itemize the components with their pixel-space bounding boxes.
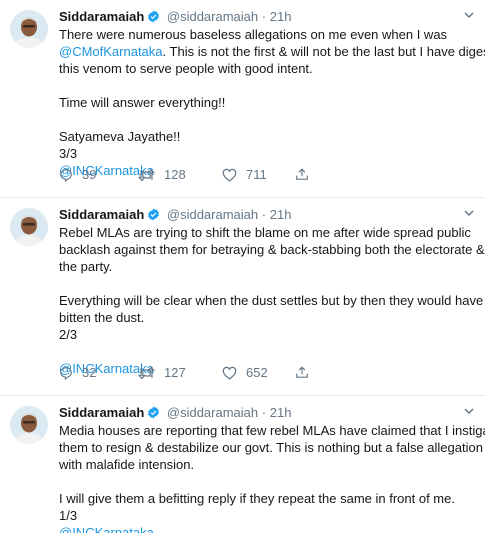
share-button[interactable] xyxy=(295,365,318,380)
tweet-feed: Siddaramaiah @siddaramaiah · 21h There w… xyxy=(0,0,485,533)
tweet-actions: 32 127 652 xyxy=(59,365,339,383)
tweet-line: There were numerous baseless allegations… xyxy=(59,27,448,42)
reply-button[interactable]: 32 xyxy=(59,365,96,380)
tweet-line: Everything will be clear when the dust s… xyxy=(59,293,484,308)
avatar[interactable] xyxy=(10,208,48,246)
tweet-line: this venom to serve people with good int… xyxy=(59,61,313,76)
reply-icon xyxy=(60,366,72,380)
thread-count: 2/3 xyxy=(59,327,78,342)
like-button[interactable]: 652 xyxy=(222,365,268,380)
chevron-down-icon[interactable] xyxy=(463,404,475,422)
reply-button[interactable]: 39 xyxy=(59,167,96,182)
tweet-line: bitten the dust. xyxy=(59,310,145,325)
like-icon xyxy=(222,366,237,380)
share-button[interactable] xyxy=(295,167,318,182)
tweet[interactable]: Siddaramaiah @siddaramaiah · 21h There w… xyxy=(0,0,485,198)
tweet-line: @CMofKarnataka. This is not the first & … xyxy=(59,43,485,60)
tweet-text: Rebel MLAs are trying to shift the blame… xyxy=(59,224,485,377)
mention-link[interactable]: @CMofKarnataka xyxy=(59,44,163,59)
avatar[interactable] xyxy=(10,406,48,444)
share-icon xyxy=(296,168,308,180)
separator-dot: · xyxy=(261,405,267,420)
tweet-line: them to resign & destabilize our govt. T… xyxy=(59,440,483,455)
tweet-line: Media houses are reporting that few rebe… xyxy=(59,423,485,438)
retweet-icon xyxy=(138,366,155,379)
tweet-line-text: . This is not the first & will not be th… xyxy=(162,44,485,59)
tweet-text: There were numerous baseless allegations… xyxy=(59,26,485,179)
retweet-count: 127 xyxy=(164,365,186,380)
reply-icon xyxy=(60,168,72,182)
reply-count: 32 xyxy=(82,365,97,380)
tweet[interactable]: Siddaramaiah @siddaramaiah · 21h Media h… xyxy=(0,396,485,533)
tweet-header: Siddaramaiah @siddaramaiah · 21h xyxy=(59,404,475,422)
author-handle[interactable]: @siddaramaiah xyxy=(167,207,258,222)
author-name[interactable]: Siddaramaiah xyxy=(59,405,144,420)
retweet-button[interactable]: 128 xyxy=(138,167,186,182)
tweet[interactable]: Siddaramaiah @siddaramaiah · 21h Rebel M… xyxy=(0,198,485,396)
author-handle[interactable]: @siddaramaiah xyxy=(167,405,258,420)
tweet-line: Rebel MLAs are trying to shift the blame… xyxy=(59,225,471,240)
tweet-text: Media houses are reporting that few rebe… xyxy=(59,422,485,533)
reply-count: 39 xyxy=(82,167,97,182)
avatar[interactable] xyxy=(10,10,48,48)
author-handle[interactable]: @siddaramaiah xyxy=(167,9,258,24)
thread-count: 3/3 xyxy=(59,146,78,161)
separator-dot: · xyxy=(261,207,267,222)
tweet-line: the party. xyxy=(59,259,113,274)
retweet-button[interactable]: 127 xyxy=(138,365,186,380)
timestamp[interactable]: 21h xyxy=(270,9,292,24)
separator-dot: · xyxy=(261,9,267,24)
tweet-line: Time will answer everything!! xyxy=(59,95,226,110)
tweet-line: backlash against them for betraying & ba… xyxy=(59,242,485,257)
tweet-line: I will give them a befitting reply if th… xyxy=(59,491,455,506)
tweet-line: with malafide intension. xyxy=(59,457,195,472)
author-name[interactable]: Siddaramaiah xyxy=(59,9,144,24)
like-count: 711 xyxy=(246,167,267,182)
chevron-down-icon[interactable] xyxy=(463,8,475,26)
chevron-down-icon[interactable] xyxy=(463,206,475,224)
timestamp[interactable]: 21h xyxy=(270,405,292,420)
timestamp[interactable]: 21h xyxy=(270,207,292,222)
tweet-header: Siddaramaiah @siddaramaiah · 21h xyxy=(59,8,475,26)
thread-count: 1/3 xyxy=(59,508,78,523)
tweet-actions: 39 128 711 xyxy=(59,167,339,185)
share-icon xyxy=(296,366,308,378)
retweet-icon xyxy=(138,168,155,181)
like-button[interactable]: 711 xyxy=(222,167,267,182)
tweet-header: Siddaramaiah @siddaramaiah · 21h xyxy=(59,206,475,224)
tweet-line: Satyameva Jayathe!! xyxy=(59,129,181,144)
mention-link[interactable]: @INCKarnataka xyxy=(59,524,473,533)
like-icon xyxy=(222,168,237,182)
like-count: 652 xyxy=(246,365,268,380)
author-name[interactable]: Siddaramaiah xyxy=(59,207,144,222)
retweet-count: 128 xyxy=(164,167,186,182)
